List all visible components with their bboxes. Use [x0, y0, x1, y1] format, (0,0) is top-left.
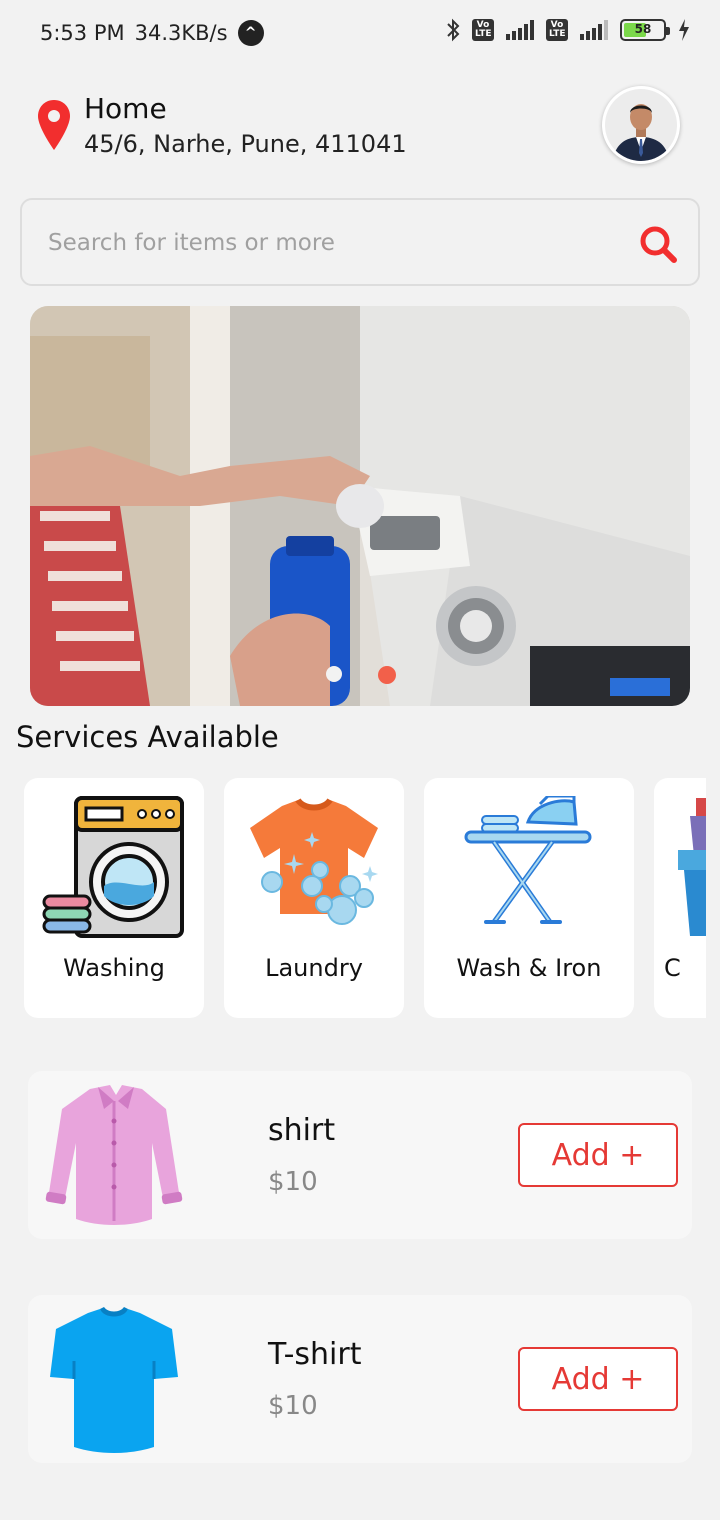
service-card-wash-iron[interactable]: Wash & Iron	[424, 778, 634, 1018]
status-right: Vo LTE Vo LTE 58	[446, 18, 690, 42]
status-left: 5:53 PM 34.3KB/s ^	[40, 20, 264, 46]
carousel-dot-1[interactable]	[326, 666, 342, 682]
service-label: Wash & Iron	[456, 954, 602, 982]
services-list[interactable]: Washing Laundry Wash & Iron C	[24, 778, 706, 1020]
services-title: Services Available	[16, 720, 279, 754]
washing-machine-icon	[42, 796, 184, 938]
service-card-laundry[interactable]: Laundry	[224, 778, 404, 1018]
laundry-machine-photo	[30, 306, 690, 706]
service-label: Washing	[63, 954, 165, 982]
ironing-board-icon	[464, 796, 592, 924]
search-input[interactable]	[48, 222, 628, 264]
product-name: T-shirt	[268, 1337, 362, 1372]
carousel-dots	[326, 666, 396, 684]
status-bar: 5:53 PM 34.3KB/s ^ Vo LTE Vo LTE 58	[0, 0, 720, 68]
carousel-dot-2[interactable]	[378, 666, 396, 684]
pink-shirt-icon	[45, 1085, 183, 1225]
location-pin-icon[interactable]	[36, 98, 72, 152]
status-speed: 34.3KB/s	[134, 21, 228, 45]
location-header: Home 45/6, Narhe, Pune, 411041	[0, 84, 720, 174]
signal-icon-2	[580, 20, 608, 40]
product-name: shirt	[268, 1113, 336, 1148]
location-address[interactable]: 45/6, Narhe, Pune, 411041	[84, 130, 407, 158]
charging-icon	[678, 19, 690, 41]
product-price: $10	[268, 1391, 318, 1421]
status-time: 5:53 PM	[40, 21, 125, 45]
volte-icon: Vo LTE	[472, 19, 494, 41]
avatar[interactable]	[602, 86, 680, 164]
signal-icon-1	[506, 20, 534, 40]
product-row-shirt: shirt $10 Add +	[28, 1071, 692, 1239]
blue-tshirt-icon	[50, 1307, 178, 1453]
promo-banner[interactable]	[30, 306, 690, 706]
product-price: $10	[268, 1167, 318, 1197]
service-card-washing[interactable]: Washing	[24, 778, 204, 1018]
navigation-arrow-icon: ^	[237, 20, 264, 46]
detergent-icon	[678, 798, 706, 936]
location-title[interactable]: Home	[84, 92, 167, 125]
service-label: C	[664, 954, 681, 982]
tshirt-bubbles-icon	[250, 798, 378, 925]
battery-percent: 58	[634, 22, 652, 36]
search-icon[interactable]	[638, 224, 678, 264]
bluetooth-icon	[446, 18, 460, 42]
service-card-partial[interactable]: C	[654, 778, 706, 1018]
search-bar[interactable]	[20, 198, 700, 286]
volte-icon-2: Vo LTE	[546, 19, 568, 41]
battery-icon: 58	[620, 19, 670, 41]
add-shirt-button[interactable]: Add +	[518, 1123, 678, 1187]
product-row-tshirt: T-shirt $10 Add +	[28, 1295, 692, 1463]
service-label: Laundry	[265, 954, 363, 982]
add-tshirt-button[interactable]: Add +	[518, 1347, 678, 1411]
